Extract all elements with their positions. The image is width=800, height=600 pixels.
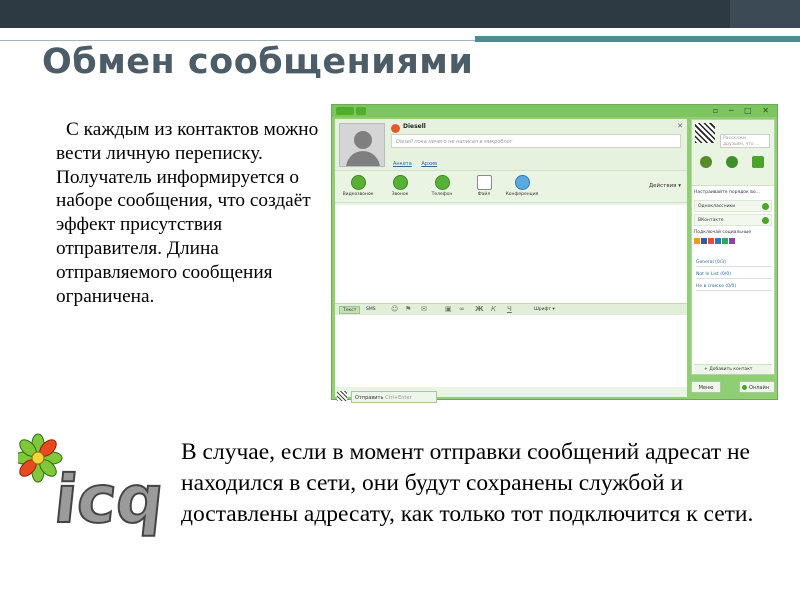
social-icon[interactable] xyxy=(729,238,735,244)
bold-icon[interactable]: Ж xyxy=(475,305,484,313)
call-label: Звонок xyxy=(391,192,409,197)
avatar[interactable] xyxy=(339,123,385,167)
settings-icon[interactable] xyxy=(752,156,764,168)
network-vkontakte[interactable]: ВКонтакте xyxy=(694,214,772,226)
send-label: Отправить xyxy=(355,395,384,401)
group-ne-v-spiske[interactable]: Не в списке (0/0) xyxy=(696,284,772,291)
contact-list-pane: Расскажи друзьям, что ... Настраивайте п… xyxy=(691,119,775,375)
icq-logo-text: icq xyxy=(51,461,168,538)
archive-link[interactable]: Архив xyxy=(421,161,437,167)
video-call-label: Видеозвонок xyxy=(342,192,374,197)
social-icon[interactable] xyxy=(694,238,700,244)
network-label: Одноклассники xyxy=(698,204,736,209)
social-icon[interactable] xyxy=(722,238,728,244)
social-icons xyxy=(694,238,772,246)
conference-icon xyxy=(514,175,530,190)
group-general[interactable]: General (0/3) xyxy=(696,260,772,267)
chat-pane: Diesell Diesell пока ничего не написал в… xyxy=(335,119,687,403)
add-contact-icon[interactable] xyxy=(726,156,738,168)
slide-paragraph-1: С каждым из контактов можно вести личную… xyxy=(56,118,326,308)
paragraph-1-text: С каждым из контактов можно вести личную… xyxy=(56,119,319,307)
network-label: ВКонтакте xyxy=(698,218,724,223)
icq-title-icon xyxy=(356,107,366,115)
icq-window: ▫ ─ □ ✕ Diesell Diesell пока ничего не н… xyxy=(331,104,778,403)
slide-paragraph-2: В случае, если в момент отправки сообщен… xyxy=(181,439,754,527)
message-icon[interactable]: ✉ xyxy=(421,305,427,313)
underline-icon[interactable]: Ч xyxy=(507,305,512,313)
bell-icon[interactable]: ⚑ xyxy=(405,305,411,313)
icq-logo: icq xyxy=(18,433,168,539)
send-row: Отправить Ctrl+Enter xyxy=(335,389,687,403)
online-status-icon xyxy=(742,385,747,390)
add-contact-button[interactable]: + Добавить контакт xyxy=(694,364,772,374)
send-button[interactable]: Отправить Ctrl+Enter xyxy=(351,391,437,403)
header-stripe xyxy=(730,0,800,28)
actions-menu[interactable]: Действия ▾ xyxy=(649,183,681,189)
slide-title: Обмен сообщениями xyxy=(42,42,474,82)
social-icon[interactable] xyxy=(715,238,721,244)
conference-button[interactable]: Конференция xyxy=(501,175,543,197)
file-button[interactable]: Файл xyxy=(463,175,505,197)
file-icon xyxy=(476,175,492,190)
icq-titlebar: ▫ ─ □ ✕ xyxy=(332,105,777,117)
icq-title-logo xyxy=(336,107,354,115)
video-call-icon xyxy=(350,175,366,190)
header-divider xyxy=(0,40,475,41)
status-button[interactable]: Онлайн xyxy=(739,381,775,393)
profile-link[interactable]: Анкета xyxy=(393,161,412,167)
call-button[interactable]: Звонок xyxy=(379,175,421,197)
message-input[interactable] xyxy=(335,315,687,387)
social-label: Подключай социальные xyxy=(694,230,752,235)
status-flower-icon xyxy=(391,124,400,133)
contact-status-message: Diesell пока ничего не написал в микробл… xyxy=(391,134,681,148)
plus-icon[interactable] xyxy=(762,203,769,210)
font-dropdown[interactable]: Шрифт ▾ xyxy=(531,306,558,314)
link-icon[interactable]: ∞ xyxy=(459,305,465,313)
status-label: Онлайн xyxy=(749,385,769,391)
social-icon[interactable] xyxy=(708,238,714,244)
screenshot-icon[interactable]: ▣ xyxy=(445,305,452,313)
chat-history[interactable] xyxy=(335,205,687,303)
window-controls[interactable]: ▫ ─ □ ✕ xyxy=(713,106,773,115)
plus-icon[interactable] xyxy=(762,217,769,224)
video-call-button[interactable]: Видеозвонок xyxy=(337,175,379,197)
profile-picture[interactable] xyxy=(695,123,715,143)
format-bar: Текст SMS ☺ ⚑ ✉ ▣ ∞ Ж К Ч Шрифт ▾ xyxy=(335,303,687,315)
send-hint: Ctrl+Enter xyxy=(385,395,412,401)
contact-links: Анкета Архив xyxy=(393,161,445,167)
contact-name: Diesell xyxy=(403,123,426,130)
telephone-label: Телефон xyxy=(431,192,453,197)
status-input[interactable]: Расскажи друзьям, что ... xyxy=(720,134,770,148)
menu-button[interactable]: Меню xyxy=(691,381,721,393)
tab-text[interactable]: Текст xyxy=(339,306,361,314)
chat-toolbar: Видеозвонок Звонок Телефон Файл Конферен… xyxy=(335,173,687,203)
header-bar xyxy=(0,0,800,28)
smiley-icon[interactable]: ☺ xyxy=(391,305,398,313)
network-odnoklassniki[interactable]: Одноклассники xyxy=(694,200,772,212)
setup-label: Настраивайте порядок во... xyxy=(694,190,760,195)
group-not-in-list[interactable]: Not In List (0/0) xyxy=(696,272,772,279)
telephone-button[interactable]: Телефон xyxy=(421,175,463,197)
flower-icon[interactable] xyxy=(700,156,712,168)
telephone-icon xyxy=(434,175,450,190)
phone-call-icon xyxy=(392,175,408,190)
italic-icon[interactable]: К xyxy=(491,305,496,313)
conference-label: Конференция xyxy=(505,192,539,197)
close-icon[interactable]: ✕ xyxy=(677,122,683,130)
file-label: Файл xyxy=(477,192,491,197)
tab-sms[interactable]: SMS xyxy=(363,306,379,314)
resize-grip-icon[interactable] xyxy=(337,391,347,401)
social-icon[interactable] xyxy=(701,238,707,244)
contact-header: Diesell Diesell пока ничего не написал в… xyxy=(335,119,687,171)
header-accent-bar xyxy=(475,36,800,42)
profile-area: Расскажи друзьям, что ... xyxy=(692,120,774,186)
